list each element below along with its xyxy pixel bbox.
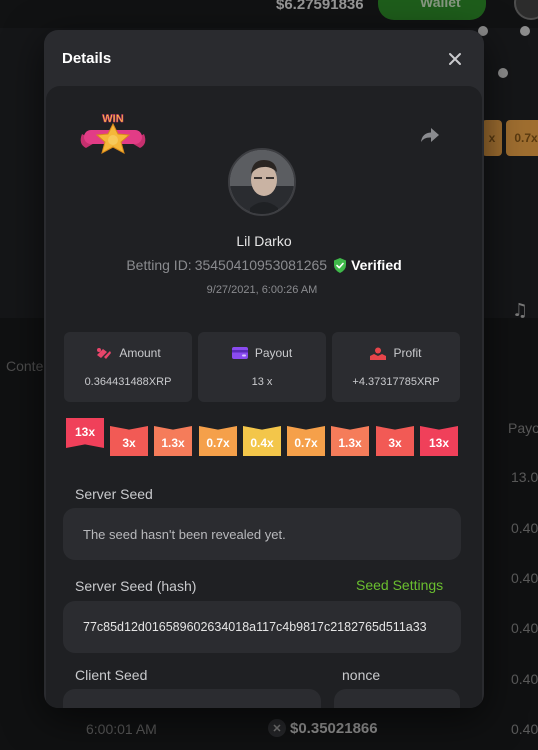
profit-label: Profit: [393, 346, 422, 360]
server-seed-hash-field[interactable]: 77c85d12d016589602634018a117c4b9817c2182…: [63, 601, 461, 653]
server-seed-field: The seed hasn't been revealed yet.: [63, 508, 461, 560]
multiplier-slot: 3x: [110, 426, 148, 456]
client-seed-label: Client Seed: [75, 667, 148, 683]
close-icon: [449, 53, 461, 65]
server-seed-hash-label: Server Seed (hash): [75, 578, 197, 594]
multiplier-slot: 0.7x: [199, 426, 237, 456]
server-seed-label: Server Seed: [75, 486, 153, 502]
win-badge: WIN: [78, 110, 148, 164]
amount-icon: [97, 347, 112, 359]
multiplier-slot: 3x: [376, 426, 414, 456]
betting-id-label: Betting ID:: [126, 257, 192, 273]
payout-value: 13 x: [251, 376, 273, 388]
multiplier-slot: 1.3x: [154, 426, 192, 456]
multiplier-slot: 0.4x: [243, 426, 281, 456]
amount-stat-head: Amount: [64, 346, 192, 360]
betting-id: 35450410953081265: [194, 257, 328, 273]
payout-label: Payout: [254, 346, 293, 360]
amount-stat: Amount 0.364431488XRP: [64, 332, 192, 402]
multiplier-slot: 13x: [420, 426, 458, 456]
betting-id-row: Betting ID: 35450410953081265 Verified: [44, 257, 484, 273]
player-name: Lil Darko: [236, 233, 292, 249]
player-photo: [230, 150, 294, 214]
verified-label: Verified: [351, 257, 402, 273]
modal-title: Details: [62, 50, 112, 67]
share-icon: [421, 128, 439, 142]
profit-value: +4.37317785XRP: [352, 376, 440, 388]
amount-value: 0.364431488XRP: [84, 376, 172, 388]
nonce-label: nonce: [342, 667, 381, 683]
profit-stat: Profit +4.37317785XRP: [332, 332, 460, 402]
multiplier-slot: 0.7x: [287, 426, 325, 456]
payout-stat: Payout 13 x: [198, 332, 326, 402]
win-badge-icon: WIN: [80, 113, 146, 155]
player-avatar: [228, 148, 296, 216]
amount-label: Amount: [119, 346, 161, 360]
seed-settings-link[interactable]: Seed Settings: [356, 577, 443, 593]
bet-date: 9/27/2021, 6:00:26 AM: [206, 284, 318, 296]
details-modal: Details WIN Lil Darko Betting ID: 354504…: [44, 30, 484, 708]
profit-icon: [370, 347, 387, 360]
multiplier-slot: 1.3x: [331, 426, 369, 456]
verified-badge: Verified: [333, 257, 402, 273]
client-seed-field[interactable]: [63, 689, 321, 708]
profit-stat-head: Profit: [332, 346, 460, 360]
nonce-field[interactable]: [334, 689, 460, 708]
close-button[interactable]: [444, 48, 466, 70]
wallet-card-icon: [231, 347, 248, 359]
share-button[interactable]: [420, 126, 440, 148]
multiplier-slot-hit: 13x: [66, 418, 104, 448]
shield-check-icon: [334, 257, 347, 273]
payout-stat-head: Payout: [198, 346, 326, 360]
win-badge-text: WIN: [102, 113, 123, 125]
